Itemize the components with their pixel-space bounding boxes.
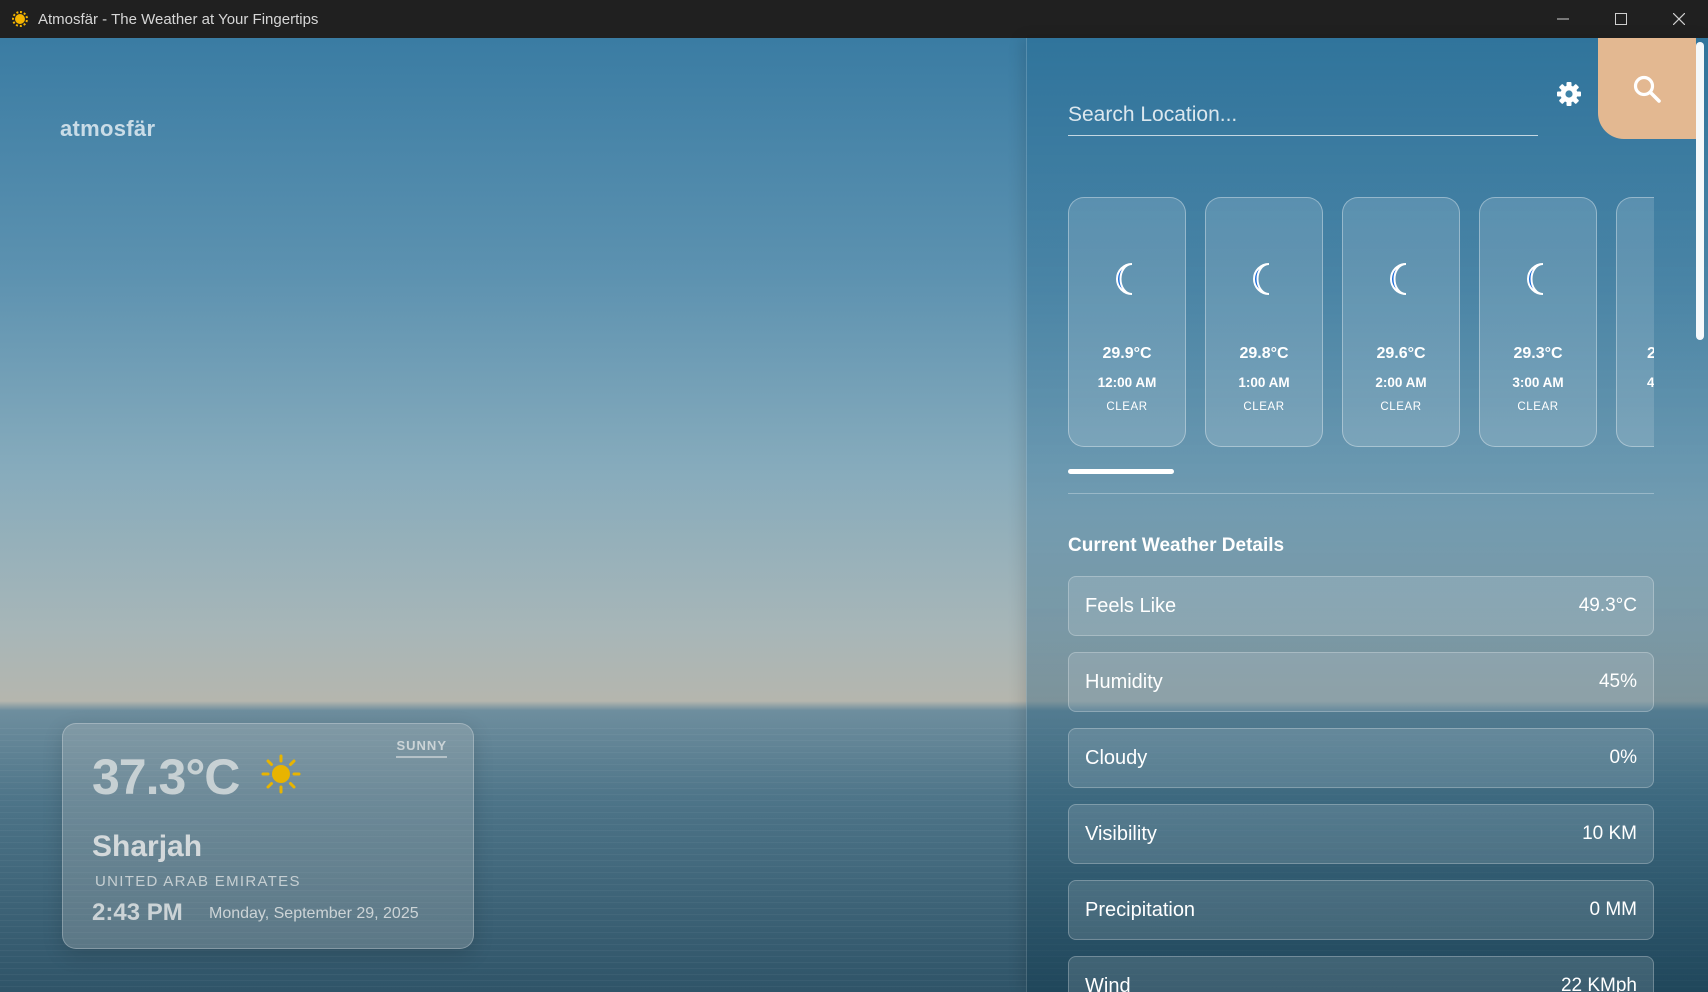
hourly-condition: CLEAR: [1106, 401, 1148, 413]
hourly-time: 4: [1647, 375, 1654, 390]
hourly-card[interactable]: 29.8°C 1:00 AM CLEAR: [1205, 197, 1323, 447]
hourly-time: 12:00 AM: [1097, 375, 1157, 390]
detail-label: Wind: [1085, 974, 1131, 992]
hourly-card-partial[interactable]: 2 4: [1616, 197, 1654, 447]
hourly-temp: 29.8°C: [1239, 345, 1289, 362]
hourly-time: 1:00 AM: [1238, 375, 1290, 390]
hourly-temp: 2: [1647, 345, 1654, 363]
detail-label: Cloudy: [1085, 746, 1148, 769]
window-controls: [1534, 0, 1708, 38]
local-time: 2:43 PM: [92, 899, 183, 926]
search-input[interactable]: [1068, 94, 1538, 135]
moon-icon: [1253, 263, 1270, 295]
settings-button[interactable]: [1549, 74, 1589, 114]
hourly-temp: 29.9°C: [1102, 345, 1152, 362]
moon-icon: [1527, 263, 1544, 295]
current-weather-card: 37.3°C SUNNY Sharjah UNITED ARAB EMIRATE…: [62, 723, 474, 949]
title-bar: Atmosfär - The Weather at Your Fingertip…: [0, 0, 1708, 38]
search-icon: [1633, 75, 1661, 103]
hourly-condition: CLEAR: [1380, 401, 1422, 413]
search-field: [1068, 94, 1538, 136]
country-name: UNITED ARAB EMIRATES: [95, 873, 301, 890]
moon-icon: [1116, 263, 1133, 295]
hourly-card[interactable]: 29.9°C 12:00 AM CLEAR: [1068, 197, 1186, 447]
detail-value: 0%: [1609, 747, 1637, 768]
detail-row-precipitation: Precipitation 0 MM: [1068, 880, 1654, 940]
hourly-condition: CLEAR: [1517, 401, 1559, 413]
detail-row-cloudy: Cloudy 0%: [1068, 728, 1654, 788]
hourly-time: 3:00 AM: [1512, 375, 1564, 390]
moon-icon: [1390, 263, 1407, 295]
detail-label: Feels Like: [1085, 594, 1177, 617]
search-button[interactable]: [1598, 38, 1696, 139]
current-condition: SUNNY: [396, 738, 447, 758]
detail-value: 10 KM: [1582, 823, 1637, 844]
sun-icon: [11, 10, 29, 28]
window-title: Atmosfär - The Weather at Your Fingertip…: [38, 10, 319, 28]
horizontal-scrollbar[interactable]: [1068, 469, 1174, 474]
gear-icon: [1557, 82, 1581, 106]
close-icon: [1673, 13, 1685, 25]
hourly-card[interactable]: 29.6°C 2:00 AM CLEAR: [1342, 197, 1460, 447]
city-name: Sharjah: [92, 830, 203, 863]
divider: [1068, 493, 1654, 494]
close-button[interactable]: [1650, 0, 1708, 38]
minimize-icon: [1557, 18, 1569, 20]
detail-value: 0 MM: [1589, 899, 1638, 920]
side-panel: 29.9°C 12:00 AM CLEAR 29.8°C 1:00 AM CLE…: [1026, 38, 1708, 992]
current-temperature: 37.3°C: [92, 749, 240, 805]
app-brand: atmosfär: [60, 116, 156, 141]
detail-row-humidity: Humidity 45%: [1068, 652, 1654, 712]
minimize-button[interactable]: [1534, 0, 1592, 38]
hourly-temp: 29.6°C: [1376, 345, 1426, 362]
maximize-button[interactable]: [1592, 0, 1650, 38]
detail-row-wind: Wind 22 KMph: [1068, 956, 1654, 992]
hourly-condition: CLEAR: [1243, 401, 1285, 413]
detail-value: 49.3°C: [1578, 595, 1637, 616]
hourly-forecast[interactable]: 29.9°C 12:00 AM CLEAR 29.8°C 1:00 AM CLE…: [1068, 197, 1654, 447]
sun-icon: [261, 754, 301, 794]
hourly-temp: 29.3°C: [1513, 345, 1563, 362]
local-date: Monday, September 29, 2025: [209, 905, 419, 922]
detail-label: Humidity: [1085, 670, 1163, 693]
hourly-time: 2:00 AM: [1375, 375, 1427, 390]
detail-row-feels-like: Feels Like 49.3°C: [1068, 576, 1654, 636]
maximize-icon: [1615, 13, 1627, 25]
detail-label: Visibility: [1085, 822, 1157, 845]
hourly-card[interactable]: 29.3°C 3:00 AM CLEAR: [1479, 197, 1597, 447]
detail-value: 45%: [1598, 671, 1637, 692]
details-list: Feels Like 49.3°C Humidity 45% Cloudy 0%…: [1068, 576, 1654, 992]
detail-value: 22 KMph: [1560, 975, 1637, 992]
detail-row-visibility: Visibility 10 KM: [1068, 804, 1654, 864]
vertical-scrollbar[interactable]: [1696, 42, 1704, 340]
detail-label: Precipitation: [1085, 898, 1196, 921]
details-title: Current Weather Details: [1068, 535, 1285, 556]
